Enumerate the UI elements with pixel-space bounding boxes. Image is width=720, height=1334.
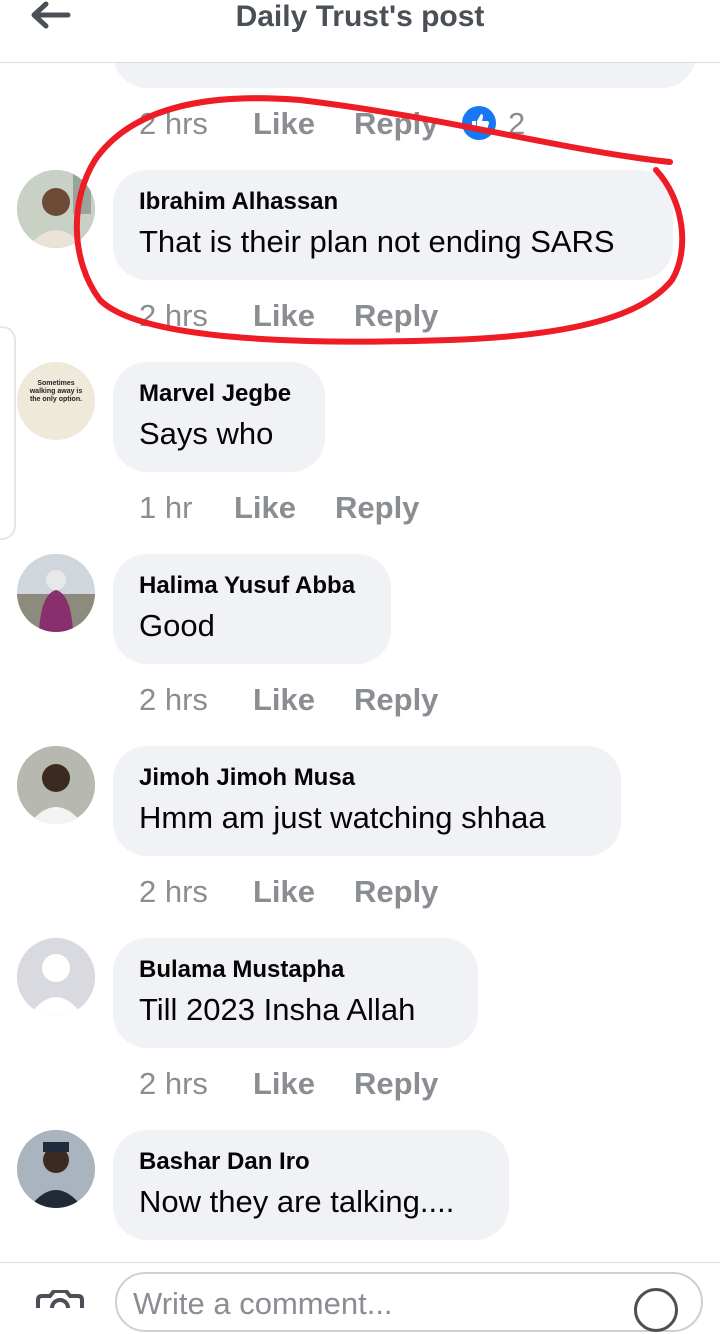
- avatar-placeholder-icon[interactable]: [17, 938, 95, 1016]
- reply-button[interactable]: Reply: [335, 490, 419, 526]
- comment-author[interactable]: Halima Yusuf Abba: [139, 572, 355, 600]
- comment-text: Good: [139, 608, 215, 643]
- avatar[interactable]: [17, 554, 95, 632]
- like-button[interactable]: Like: [234, 490, 296, 526]
- reaction-count: 2: [508, 106, 526, 141]
- avatar[interactable]: [17, 170, 95, 248]
- comment-author[interactable]: Bashar Dan Iro: [139, 1148, 310, 1176]
- comment-input[interactable]: Write a comment...: [115, 1272, 703, 1332]
- comment-bubble: Bulama Mustapha Till 2023 Insha Allah: [113, 938, 478, 1048]
- comment-time: 2 hrs: [139, 1066, 208, 1101]
- like-reaction-icon[interactable]: [462, 106, 496, 140]
- like-button[interactable]: Like: [253, 1066, 315, 1102]
- reply-button[interactable]: Reply: [354, 106, 438, 142]
- comment-text: Says who: [139, 416, 274, 451]
- comment-text: That is their plan not ending SARS: [139, 224, 615, 259]
- comment-bubble: Bashar Dan Iro Now they are talking....: [113, 1130, 509, 1240]
- comment-author[interactable]: Jimoh Jimoh Musa: [139, 764, 355, 792]
- comment-text: Till 2023 Insha Allah: [139, 992, 416, 1027]
- comment-author[interactable]: Ibrahim Alhassan: [139, 188, 338, 216]
- reply-button[interactable]: Reply: [354, 298, 438, 334]
- comment-author[interactable]: Bulama Mustapha: [139, 956, 344, 984]
- comment-time: 2 hrs: [139, 874, 208, 909]
- avatar[interactable]: [17, 1130, 95, 1208]
- comment-bubble: Jimoh Jimoh Musa Hmm am just watching sh…: [113, 746, 621, 856]
- comment-time: 2 hrs: [139, 106, 208, 141]
- avatar[interactable]: Sometimes walking away is the only optio…: [17, 362, 95, 440]
- comment-time: 1 hr: [139, 490, 193, 525]
- comment-author[interactable]: Marvel Jegbe: [139, 380, 291, 408]
- comment-text: Hmm am just watching shhaa: [139, 800, 546, 835]
- comment-text: Now they are talking....: [139, 1184, 455, 1219]
- comment-bubble: Marvel Jegbe Says who: [113, 362, 325, 472]
- page-title: Daily Trust's post: [235, 0, 485, 33]
- emoji-icon[interactable]: [634, 1288, 678, 1332]
- side-drawer-handle[interactable]: [0, 326, 16, 540]
- like-button[interactable]: Like: [253, 874, 315, 910]
- comment-time: 2 hrs: [139, 298, 208, 333]
- avatar[interactable]: [17, 746, 95, 824]
- post-header: Daily Trust's post: [0, 0, 720, 63]
- like-button[interactable]: Like: [253, 682, 315, 718]
- comment-bubble: Ibrahim Alhassan That is their plan not …: [113, 170, 673, 280]
- comment-bubble: Halima Yusuf Abba Good: [113, 554, 391, 664]
- like-button[interactable]: Like: [253, 298, 315, 334]
- reply-button[interactable]: Reply: [354, 1066, 438, 1102]
- avatar-quote-text: Sometimes walking away is the only optio…: [29, 380, 83, 403]
- like-button[interactable]: Like: [253, 106, 315, 142]
- reply-button[interactable]: Reply: [354, 874, 438, 910]
- camera-icon[interactable]: [34, 1290, 86, 1308]
- reply-button[interactable]: Reply: [354, 682, 438, 718]
- comment-time: 2 hrs: [139, 682, 208, 717]
